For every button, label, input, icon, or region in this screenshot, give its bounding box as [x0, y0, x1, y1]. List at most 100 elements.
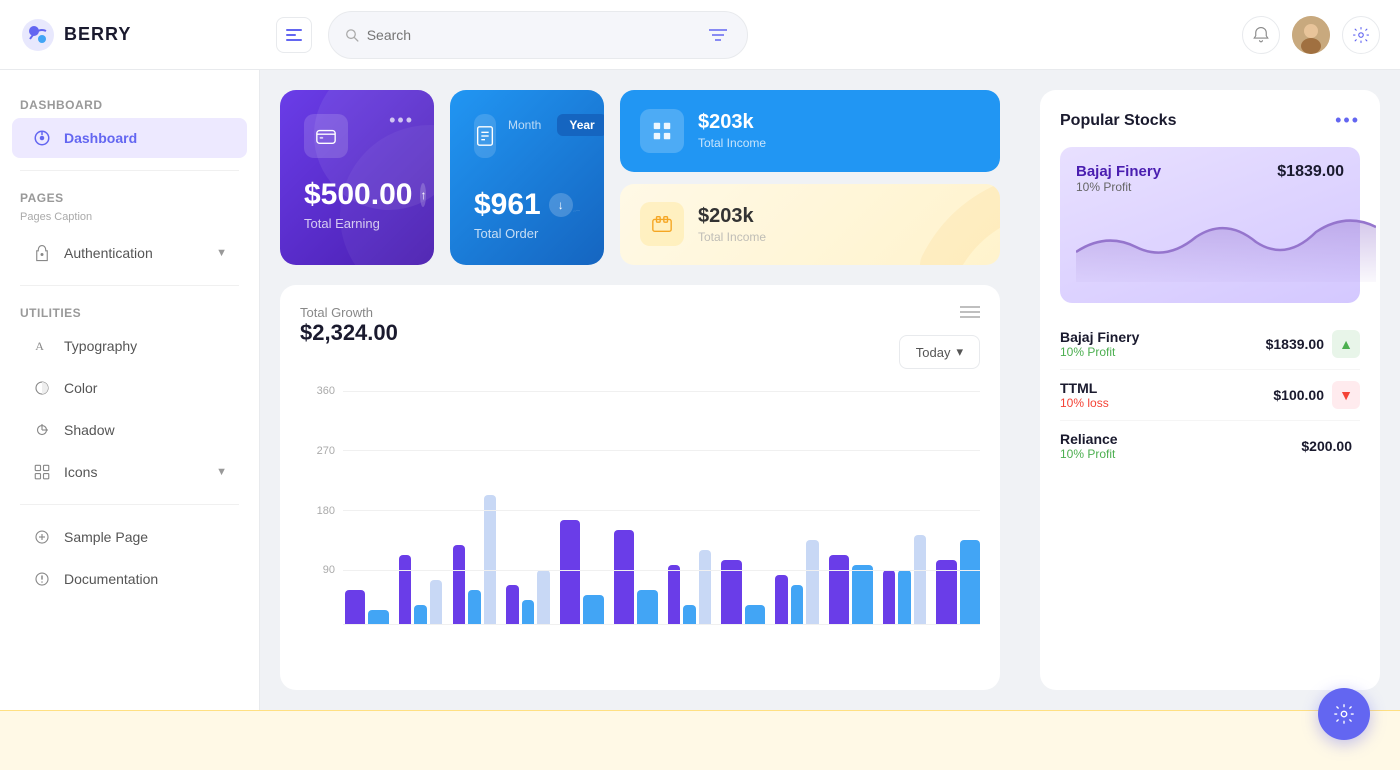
app-name: BERRY — [64, 24, 131, 45]
header-right — [1242, 16, 1380, 54]
color-label: Color — [64, 380, 97, 396]
card-income-2: $203k Total Income — [620, 184, 1000, 266]
sample-icon — [32, 527, 52, 547]
order-top: Month Year — [474, 114, 580, 158]
chart-amount: $2,324.00 — [300, 320, 398, 346]
icons-label: Icons — [64, 464, 97, 480]
stock-name: Reliance — [1060, 431, 1301, 447]
logo-area: BERRY — [20, 17, 260, 53]
income2-amount: $203k — [698, 205, 766, 228]
stock-name: Bajaj Finery — [1060, 329, 1266, 345]
income1-amount: $203k — [698, 111, 766, 134]
earning-card-icon — [304, 114, 348, 158]
chart-menu-button[interactable] — [960, 305, 980, 319]
sidebar-item-color[interactable]: Color — [12, 368, 247, 408]
order-card-icon — [474, 114, 496, 158]
app-header: BERRY — [0, 0, 1400, 70]
typography-icon: A — [32, 336, 52, 356]
stock-info: Bajaj Finery 10% Profit — [1060, 329, 1266, 359]
period-tabs: Month Year — [496, 114, 604, 136]
authentication-icon — [32, 243, 52, 263]
svg-text:A: A — [35, 339, 44, 353]
stock-info: TTML 10% loss — [1060, 380, 1273, 410]
period-select-button[interactable]: Today ▾ — [899, 335, 980, 369]
stock-percent: 10% Profit — [1060, 447, 1301, 461]
hamburger-button[interactable] — [276, 17, 312, 53]
sidebar-item-sample[interactable]: Sample Page — [12, 517, 247, 557]
sidebar-section-pages: Pages — [0, 183, 259, 209]
earning-more-button[interactable]: ••• — [389, 110, 414, 131]
card-income-1: $203k Total Income — [620, 90, 1000, 172]
featured-stock-chart — [1076, 202, 1376, 282]
documentation-label: Documentation — [64, 571, 158, 587]
dashboard-icon — [32, 128, 52, 148]
stock-info: Reliance 10% Profit — [1060, 431, 1301, 461]
divider-1 — [20, 170, 239, 171]
order-bottom: $961 ↓ Total Order — [474, 168, 580, 241]
earning-amount: $500.00 ↑ — [304, 178, 410, 212]
featured-stock-top: Bajaj Finery 10% Profit $1839.00 — [1076, 163, 1344, 194]
earning-trend-icon: ↑ — [420, 183, 426, 207]
icons-nav-icon — [32, 462, 52, 482]
shadow-label: Shadow — [64, 422, 115, 438]
avatar[interactable] — [1292, 16, 1330, 54]
stock-price: $1839.00 — [1266, 336, 1324, 352]
dashboard-label: Dashboard — [64, 130, 137, 146]
color-icon — [32, 378, 52, 398]
sidebar-item-icons[interactable]: Icons ▼ — [12, 452, 247, 492]
chevron-down-icon: ▾ — [956, 344, 963, 360]
icons-chevron: ▼ — [216, 466, 227, 478]
stock-percent: 10% Profit — [1060, 345, 1266, 359]
documentation-icon — [32, 569, 52, 589]
stocks-list: Bajaj Finery 10% Profit $1839.00 ▲ TTML … — [1060, 319, 1360, 471]
bar-chart: 360 270 180 90 — [300, 385, 980, 625]
authentication-label: Authentication — [64, 245, 153, 261]
list-item: Reliance 10% Profit $200.00 — [1060, 421, 1360, 471]
bottom-bar — [0, 710, 1400, 770]
card-total-order: Month Year $961 ↓ Total Order — [450, 90, 604, 265]
cards-right: $203k Total Income $203k Total — [620, 90, 1000, 265]
search-bar — [328, 11, 748, 59]
stock-trend-icon: ▼ — [1332, 381, 1360, 409]
sidebar-item-authentication[interactable]: Authentication ▼ — [12, 233, 247, 273]
featured-stock: Bajaj Finery 10% Profit $1839.00 — [1060, 147, 1360, 303]
income1-icon — [640, 109, 684, 153]
stock-percent: 10% loss — [1060, 396, 1273, 410]
order-amount: $961 ↓ — [474, 188, 573, 222]
sidebar-section-dashboard: Dashboard — [0, 90, 259, 116]
tab-month[interactable]: Month — [496, 114, 553, 136]
stock-trend-icon: ▲ — [1332, 330, 1360, 358]
card-total-earning: ••• $500.00 ↑ Total Earning — [280, 90, 434, 265]
search-input[interactable] — [367, 27, 698, 43]
sample-page-label: Sample Page — [64, 529, 148, 545]
sidebar-item-documentation[interactable]: Documentation — [12, 559, 247, 599]
stocks-more-button[interactable]: ••• — [1335, 110, 1360, 131]
fab-button[interactable] — [1318, 688, 1370, 740]
sidebar-item-shadow[interactable]: Shadow — [12, 410, 247, 450]
stock-price: $200.00 — [1301, 438, 1352, 454]
order-trend-icon: ↓ — [549, 193, 573, 217]
earning-label: Total Earning — [304, 216, 410, 231]
settings-button[interactable] — [1342, 16, 1380, 54]
notification-button[interactable] — [1242, 16, 1280, 54]
featured-stock-price: $1839.00 — [1277, 163, 1344, 181]
main-content: ••• $500.00 ↑ Total Earning — [260, 70, 1020, 710]
filter-icon[interactable] — [705, 20, 731, 50]
sidebar-pages-caption: Pages Caption — [0, 209, 259, 231]
sidebar: Dashboard Dashboard Pages Pages Caption — [0, 70, 260, 710]
sidebar-item-typography[interactable]: A Typography — [12, 326, 247, 366]
stock-name: TTML — [1060, 380, 1273, 396]
divider-2 — [20, 285, 239, 286]
right-panel: Popular Stocks ••• Bajaj Finery 10% Prof… — [1020, 70, 1400, 710]
stocks-title: Popular Stocks — [1060, 112, 1176, 130]
income2-icon — [640, 202, 684, 246]
list-item: Bajaj Finery 10% Profit $1839.00 ▲ — [1060, 319, 1360, 370]
sidebar-item-dashboard[interactable]: Dashboard — [12, 118, 247, 158]
tab-year[interactable]: Year — [557, 114, 604, 136]
authentication-chevron: ▼ — [216, 247, 227, 259]
income2-label: Total Income — [698, 230, 766, 244]
chart-header: Total Growth $2,324.00 Today ▾ — [300, 305, 980, 369]
list-item: TTML 10% loss $100.00 ▼ — [1060, 370, 1360, 421]
logo-icon — [20, 17, 56, 53]
period-label: Today — [916, 345, 951, 360]
